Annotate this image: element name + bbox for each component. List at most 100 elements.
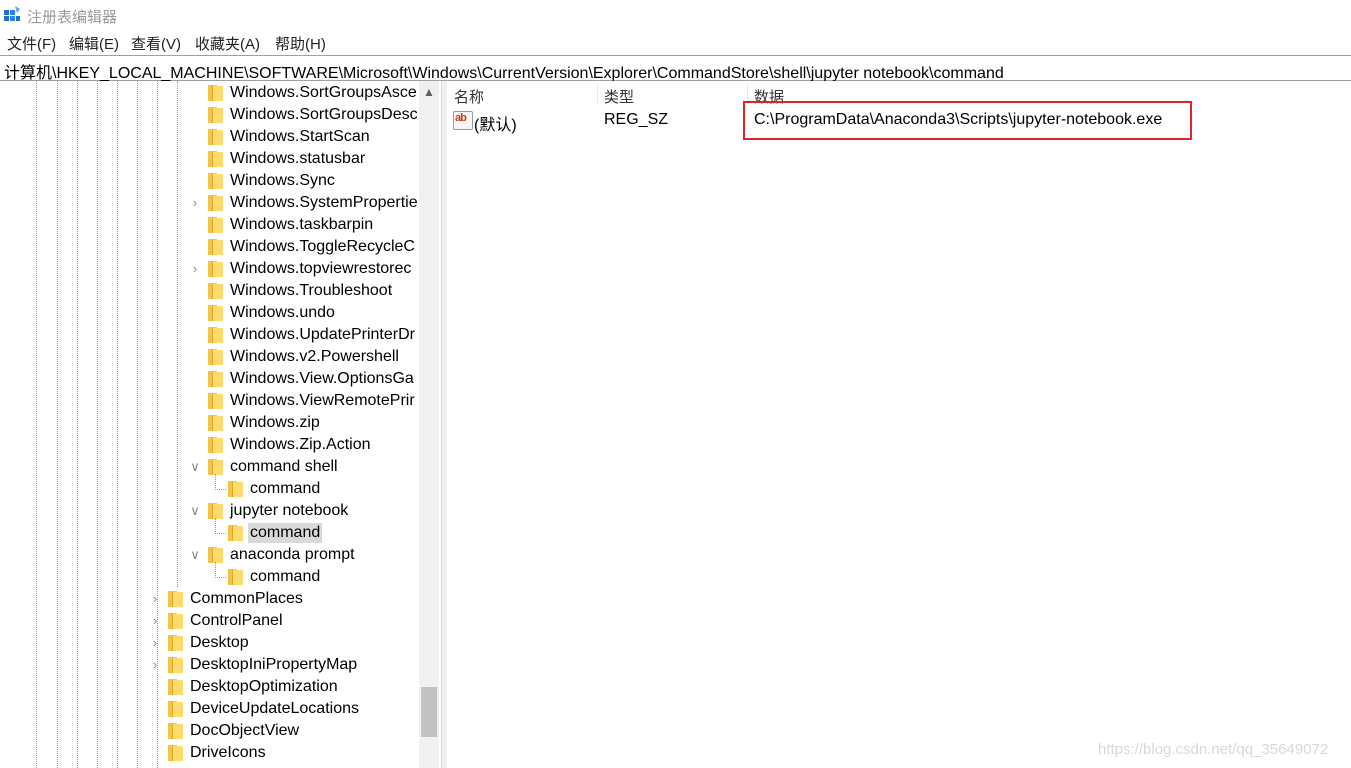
chevron-down-icon[interactable]: ∨ xyxy=(189,503,201,519)
tree-item-label[interactable]: DriveIcons xyxy=(188,743,268,763)
menu-favorites[interactable]: 收藏夹(A) xyxy=(195,33,260,54)
tree-item[interactable]: Windows.ToggleRecycleC xyxy=(0,236,420,258)
tree-item-label[interactable]: Windows.ViewRemotePrir xyxy=(228,391,417,411)
tree-item-label[interactable]: Windows.StartScan xyxy=(228,127,372,147)
column-header-name[interactable]: 名称 xyxy=(454,86,484,107)
tree-item[interactable]: Windows.Zip.Action xyxy=(0,434,420,456)
tree-item-label[interactable]: Windows.zip xyxy=(228,413,322,433)
tree-item[interactable]: › ControlPanel xyxy=(0,610,420,632)
window-title: 注册表编辑器 xyxy=(27,9,118,26)
chevron-right-icon[interactable]: › xyxy=(149,613,161,629)
tree-item[interactable]: DeviceUpdateLocations xyxy=(0,698,420,720)
tree-item-label[interactable]: Windows.SystemPropertie xyxy=(228,193,420,213)
tree-item-label[interactable]: Windows.UpdatePrinterDr xyxy=(228,325,417,345)
tree-item[interactable]: › Windows.topviewrestorec xyxy=(0,258,420,280)
tree-item[interactable]: Windows.statusbar xyxy=(0,148,420,170)
tree-item[interactable]: Windows.Sync xyxy=(0,170,420,192)
chevron-down-icon[interactable]: ∨ xyxy=(189,547,201,563)
tree-item-label[interactable]: Windows.SortGroupsDesc xyxy=(228,105,420,125)
tree-item[interactable]: ∨ anaconda prompt xyxy=(0,544,420,566)
tree-item-label[interactable]: CommonPlaces xyxy=(188,589,305,609)
tree-item[interactable]: Windows.undo xyxy=(0,302,420,324)
tree-item[interactable]: › Windows.SystemPropertie xyxy=(0,192,420,214)
menu-file[interactable]: 文件(F) xyxy=(7,33,56,54)
tree-item[interactable]: › Desktop xyxy=(0,632,420,654)
tree-item-label[interactable]: Windows.statusbar xyxy=(228,149,367,169)
folder-icon xyxy=(208,327,223,343)
menu-help[interactable]: 帮助(H) xyxy=(275,33,326,54)
tree-item[interactable]: command xyxy=(0,474,420,500)
chevron-right-icon[interactable]: › xyxy=(189,195,201,211)
tree-item-label[interactable]: Windows.SortGroupsAsce xyxy=(228,83,419,103)
tree-item-label[interactable]: command xyxy=(248,479,322,499)
tree-item-label[interactable]: command shell xyxy=(228,457,340,477)
column-header-type[interactable]: 类型 xyxy=(604,86,634,107)
chevron-right-icon[interactable]: › xyxy=(149,635,161,651)
tree-item-label[interactable]: Windows.taskbarpin xyxy=(228,215,375,235)
tree-item[interactable]: Windows.StartScan xyxy=(0,126,420,148)
values-list[interactable]: 名称 类型 数据 ab (默认) REG_SZ C:\ProgramData\A… xyxy=(447,81,1351,768)
chevron-right-icon[interactable]: › xyxy=(149,657,161,673)
scrollbar-thumb[interactable] xyxy=(421,687,437,737)
folder-icon xyxy=(208,349,223,365)
tree-item[interactable]: ∨ command shell xyxy=(0,456,420,478)
tree-scrollbar[interactable]: ▲ xyxy=(419,81,439,768)
tree-item[interactable]: Windows.SortGroupsAsce xyxy=(0,82,420,104)
tree-item[interactable]: Windows.v2.Powershell xyxy=(0,346,420,368)
folder-icon xyxy=(208,107,223,123)
tree-item[interactable]: DocObjectView xyxy=(0,720,420,742)
tree-item[interactable]: Windows.taskbarpin xyxy=(0,214,420,236)
tree-item-label[interactable]: DesktopOptimization xyxy=(188,677,340,697)
address-bar[interactable]: 计算机\HKEY_LOCAL_MACHINE\SOFTWARE\Microsof… xyxy=(0,55,1351,83)
folder-icon xyxy=(168,613,183,629)
tree-item[interactable]: Windows.ViewRemotePrir xyxy=(0,390,420,412)
tree-item[interactable]: › CommonPlaces xyxy=(0,588,420,610)
folder-icon xyxy=(208,85,223,101)
tree-item-label[interactable]: DesktopIniPropertyMap xyxy=(188,655,359,675)
tree-item-label[interactable]: DocObjectView xyxy=(188,721,301,741)
tree-connector-line xyxy=(215,518,226,534)
tree-item[interactable]: DesktopOptimization xyxy=(0,676,420,698)
tree-item[interactable]: Windows.UpdatePrinterDr xyxy=(0,324,420,346)
tree-item[interactable]: Windows.SortGroupsDesc xyxy=(0,104,420,126)
folder-icon xyxy=(228,569,243,585)
tree-item-label[interactable]: Windows.v2.Powershell xyxy=(228,347,401,367)
scroll-up-arrow-icon[interactable]: ▲ xyxy=(419,81,439,101)
tree-item[interactable]: Windows.View.OptionsGa xyxy=(0,368,420,390)
tree-item-label[interactable]: Windows.Sync xyxy=(228,171,337,191)
folder-icon xyxy=(208,173,223,189)
tree-item-label[interactable]: Windows.ToggleRecycleC xyxy=(228,237,417,257)
highlight-annotation-box xyxy=(743,101,1192,140)
tree-item-label[interactable]: Windows.Zip.Action xyxy=(228,435,373,455)
tree-item[interactable]: command xyxy=(0,518,420,544)
chevron-right-icon[interactable]: › xyxy=(189,261,201,277)
tree-item-label[interactable]: Windows.topviewrestorec xyxy=(228,259,413,279)
tree-item-label[interactable]: ControlPanel xyxy=(188,611,285,631)
tree-item-label[interactable]: DeviceUpdateLocations xyxy=(188,699,361,719)
tree-item-label[interactable]: command xyxy=(248,523,323,543)
menu-edit[interactable]: 编辑(E) xyxy=(69,33,119,54)
menu-bar: 文件(F) 编辑(E) 查看(V) 收藏夹(A) 帮助(H) xyxy=(0,31,1351,53)
tree-item[interactable]: DriveIcons xyxy=(0,742,420,764)
chevron-right-icon[interactable]: › xyxy=(149,591,161,607)
tree-connector-line xyxy=(215,562,226,578)
tree-item-label[interactable]: Windows.undo xyxy=(228,303,337,323)
tree-item[interactable]: › DesktopIniPropertyMap xyxy=(0,654,420,676)
tree-item-label[interactable]: Windows.Troubleshoot xyxy=(228,281,394,301)
tree-connector-line xyxy=(215,474,226,490)
tree-item-label[interactable]: jupyter notebook xyxy=(228,501,350,521)
tree-item-label[interactable]: anaconda prompt xyxy=(228,545,357,565)
tree-item[interactable]: Windows.zip xyxy=(0,412,420,434)
menu-view[interactable]: 查看(V) xyxy=(131,33,181,54)
tree-item-label[interactable]: Desktop xyxy=(188,633,251,653)
folder-icon xyxy=(208,393,223,409)
tree-item-label[interactable]: command xyxy=(248,567,322,587)
address-path[interactable]: 计算机\HKEY_LOCAL_MACHINE\SOFTWARE\Microsof… xyxy=(4,59,1004,83)
tree-item[interactable]: command xyxy=(0,562,420,588)
tree-item[interactable]: Windows.Troubleshoot xyxy=(0,280,420,302)
chevron-down-icon[interactable]: ∨ xyxy=(189,459,201,475)
registry-tree[interactable]: Windows.SortGroupsAsce Windows.SortGroups… xyxy=(0,81,441,768)
tree-item-label[interactable]: Windows.View.OptionsGa xyxy=(228,369,416,389)
column-separator[interactable] xyxy=(597,84,598,104)
tree-item[interactable]: ∨ jupyter notebook xyxy=(0,500,420,522)
